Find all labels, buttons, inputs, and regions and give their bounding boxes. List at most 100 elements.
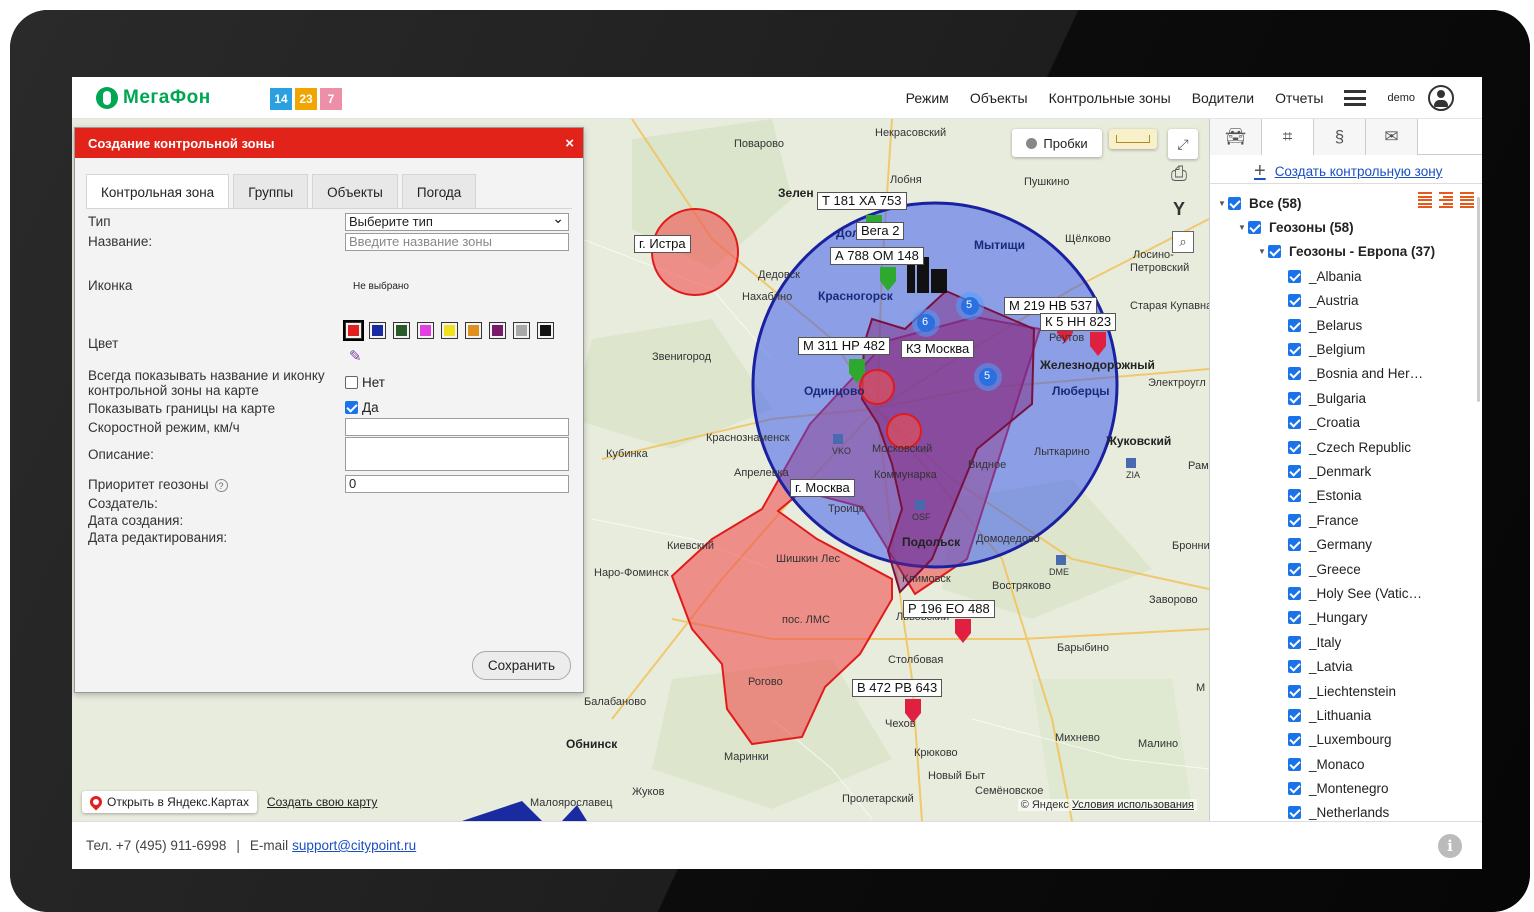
color-swatch[interactable] [417, 322, 434, 339]
zone-tag-kz-moscow[interactable]: КЗ Москва [901, 340, 975, 358]
tree-item[interactable]: _Italy [1210, 630, 1475, 654]
cluster-count[interactable]: 6 [922, 316, 928, 328]
speed-input[interactable] [345, 418, 569, 436]
color-swatch[interactable] [343, 320, 364, 341]
color-swatch[interactable] [441, 322, 458, 339]
expand-arrow-icon[interactable]: ▼ [1256, 247, 1268, 256]
tree-item[interactable]: _Lithuania [1210, 703, 1475, 727]
tree-checkbox[interactable] [1228, 196, 1241, 210]
tree-item[interactable]: _Croatia [1210, 411, 1475, 435]
tree-item[interactable]: _Estonia [1210, 484, 1475, 508]
nav-control-zones[interactable]: Контрольные зоны [1049, 90, 1171, 106]
scrollbar[interactable] [1477, 197, 1480, 402]
name-input[interactable]: Введите название зоны [345, 233, 569, 251]
tab-groups[interactable]: Группы [233, 174, 309, 209]
tree-checkbox[interactable] [1288, 708, 1301, 722]
tree-item[interactable]: _France [1210, 508, 1475, 532]
tree-checkbox[interactable] [1288, 513, 1301, 527]
badge-orange[interactable]: 23 [295, 88, 317, 110]
tree-item[interactable]: _Luxembourg [1210, 728, 1475, 752]
color-swatch[interactable] [537, 322, 554, 339]
tree-checkbox[interactable] [1288, 318, 1301, 332]
tree-checkbox[interactable] [1288, 269, 1301, 283]
tree-checkbox[interactable] [1288, 416, 1301, 430]
color-swatch[interactable] [489, 322, 506, 339]
print-icon[interactable]: ⎙ [1171, 163, 1187, 186]
tree-checkbox[interactable] [1288, 635, 1301, 649]
borders-checkbox[interactable]: Да [345, 400, 379, 415]
color-swatch[interactable] [513, 322, 530, 339]
mail-icon[interactable]: ✉ [1366, 119, 1418, 155]
open-in-yandex-button[interactable]: Открыть в Яндекс.Картах [82, 791, 257, 813]
save-button[interactable]: Сохранить [471, 651, 571, 680]
tab-weather[interactable]: Погода [401, 174, 477, 209]
tree-item[interactable]: _Austria [1210, 289, 1475, 313]
color-swatch[interactable] [393, 322, 410, 339]
vehicle-tag[interactable]: М 311 НР 482 [798, 337, 891, 355]
vehicle-tag[interactable]: А 788 ОМ 148 [830, 247, 924, 265]
tree-checkbox[interactable] [1248, 221, 1261, 235]
vehicle-tag[interactable]: В 472 РВ 643 [852, 679, 943, 697]
user-name[interactable]: demo [1387, 92, 1415, 104]
tree-checkbox[interactable] [1288, 757, 1301, 771]
tree-checkbox[interactable] [1288, 562, 1301, 576]
nav-mode[interactable]: Режим [906, 90, 949, 106]
expand-arrow-icon[interactable]: ▼ [1236, 223, 1248, 232]
tree-item[interactable]: _Monaco [1210, 752, 1475, 776]
zone-tag-istra[interactable]: г. Истра [634, 235, 691, 253]
search-map-icon[interactable]: ⌕ [1172, 231, 1194, 253]
tree-item[interactable]: _Bulgaria [1210, 386, 1475, 410]
tree-item[interactable]: _Holy See (Vatic… [1210, 581, 1475, 605]
vehicle-tag[interactable]: Вега 2 [856, 222, 905, 240]
tree-checkbox[interactable] [1288, 440, 1301, 454]
vehicle-tag[interactable]: Т 181 ХА 753 [817, 192, 907, 210]
tree-item[interactable]: _Hungary [1210, 606, 1475, 630]
nav-drivers[interactable]: Водители [1192, 90, 1254, 106]
menu-icon[interactable] [1344, 90, 1367, 106]
megafon-logo[interactable]: МегаФон [96, 87, 211, 109]
traffic-button[interactable]: Пробки [1012, 129, 1102, 157]
tree-checkbox[interactable] [1288, 343, 1301, 357]
tree-checkbox[interactable] [1288, 367, 1301, 381]
cluster-count[interactable]: 5 [984, 370, 990, 382]
tree-item[interactable]: _Belgium [1210, 337, 1475, 361]
close-icon[interactable]: × [565, 135, 574, 152]
car-icon[interactable]: 🚘︎ [1210, 119, 1262, 155]
badge-pink[interactable]: 7 [320, 88, 342, 110]
tree-item[interactable]: ▼ Геозоны (58) [1210, 215, 1475, 239]
ruler-button[interactable] [1109, 129, 1157, 149]
priority-input[interactable]: 0 [345, 475, 569, 493]
tree-item[interactable]: _Czech Republic [1210, 435, 1475, 459]
help-icon[interactable]: ? [214, 478, 228, 492]
cluster-count[interactable]: 5 [966, 299, 972, 311]
tree-item[interactable]: _Montenegro [1210, 776, 1475, 800]
color-swatch[interactable] [465, 322, 482, 339]
create-map-link[interactable]: Создать свою карту [267, 795, 377, 809]
vehicle-tag[interactable]: Р 196 ЕО 488 [903, 600, 995, 618]
tree-item[interactable]: _Belarus [1210, 313, 1475, 337]
tree-checkbox[interactable] [1288, 391, 1301, 405]
tree-item[interactable]: ▼ Геозоны - Европа (37) [1210, 240, 1475, 264]
tree-item[interactable]: _Bosnia and Her… [1210, 362, 1475, 386]
tree-item[interactable]: _Denmark [1210, 459, 1475, 483]
expand-arrow-icon[interactable]: ▼ [1216, 199, 1228, 208]
map-view[interactable]: Некрасовский Поварово Зелен Лобня Пушкин… [72, 119, 1209, 821]
tree-item[interactable]: _Albania [1210, 264, 1475, 288]
tree-checkbox[interactable] [1288, 489, 1301, 503]
icon-value[interactable]: Не выбрано [353, 281, 409, 292]
vehicle-tag[interactable]: К 5 НН 823 [1040, 313, 1117, 331]
tree-item[interactable]: _Germany [1210, 532, 1475, 556]
tree-checkbox[interactable] [1288, 294, 1301, 308]
user-avatar-icon[interactable] [1428, 85, 1454, 111]
tree-checkbox[interactable] [1288, 660, 1301, 674]
tree-checkbox[interactable] [1288, 538, 1301, 552]
nav-objects[interactable]: Объекты [970, 90, 1028, 106]
tree-checkbox[interactable] [1288, 464, 1301, 478]
type-select[interactable]: Выберите тип [345, 210, 569, 231]
tree-checkbox[interactable] [1268, 245, 1281, 259]
color-swatch[interactable] [369, 322, 386, 339]
badge-blue[interactable]: 14 [270, 88, 292, 110]
tree-item[interactable]: ▼ Все (58) [1210, 191, 1475, 215]
create-zone-link[interactable]: + Создать контрольную зону [1254, 160, 1442, 183]
color-picker-icon[interactable]: ✎ [349, 347, 362, 365]
